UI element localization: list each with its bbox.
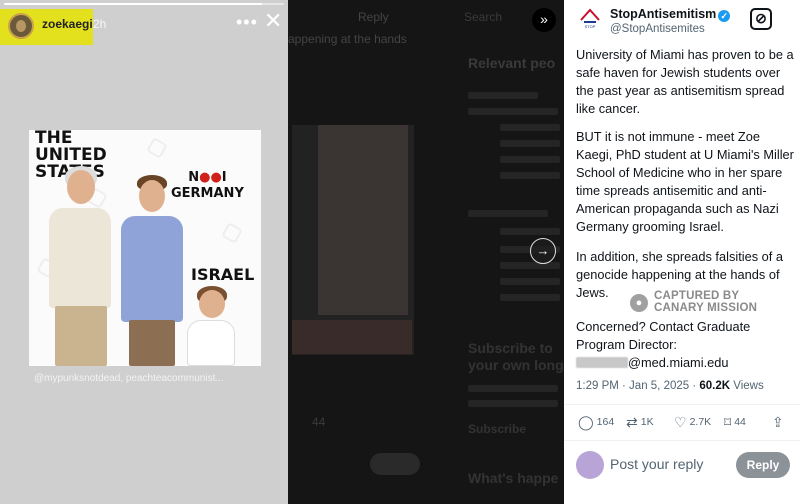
bookmark-icon: ⌑: [724, 414, 732, 430]
background-ghost-text: appening at the hands: [288, 32, 407, 46]
bookmark-action[interactable]: ⌑ 44: [724, 414, 746, 431]
background-reply-label: Reply: [358, 10, 389, 24]
dimmed-background-page: Reply appening at the hands Search Relev…: [288, 0, 564, 504]
canary-mission-watermark: ● CAPTURED BY CANARY MISSION: [630, 290, 770, 316]
redacted-email-blur: [576, 357, 628, 368]
author-handle[interactable]: @StopAntisemites: [610, 23, 705, 35]
verified-badge-icon: ✓: [718, 10, 731, 22]
repost-icon: ⇄: [626, 414, 638, 430]
tweet-paragraph-1: University of Miami has proven to be a s…: [576, 47, 794, 116]
background-subscribe-heading: Subscribe to your own long: [468, 340, 564, 373]
tweet-paragraph-2: BUT it is not immune - meet Zoe Kaegi, P…: [576, 129, 794, 234]
arrow-right-icon[interactable]: →: [530, 238, 556, 264]
background-reply-button: [370, 453, 420, 475]
background-subscribe-button: Subscribe: [468, 422, 527, 436]
instagram-story-panel: zoekaegi 2h ••• ✕ THE UNITED STATES N●●I…: [0, 0, 288, 504]
story-image: THE UNITED STATES N●●I GERMANY ISRAEL: [29, 130, 261, 366]
email-domain: @med.miami.edu: [628, 355, 729, 370]
comment-icon: ◯: [578, 414, 594, 430]
story-timestamp: 2h: [93, 17, 107, 31]
reply-action[interactable]: ◯ 164: [578, 414, 614, 431]
close-icon[interactable]: ✕: [264, 10, 282, 32]
svg-text:STOP: STOP: [585, 24, 596, 29]
image-caption-nazi-germany: N●●I GERMANY: [171, 170, 244, 201]
screenshot-root: zoekaegi 2h ••• ✕ THE UNITED STATES N●●I…: [0, 0, 800, 504]
divider: [564, 440, 800, 441]
bird-icon: ●: [630, 294, 648, 312]
story-avatar[interactable]: [8, 13, 34, 39]
reply-input[interactable]: Post your reply: [610, 456, 703, 472]
share-icon: ⇪: [772, 414, 784, 430]
background-image-thumbnail: [292, 125, 414, 355]
reply-button[interactable]: Reply: [736, 452, 790, 478]
share-action[interactable]: ⇪: [772, 414, 787, 431]
double-chevron-right-icon[interactable]: »: [532, 8, 556, 32]
background-search-label: Search: [464, 10, 503, 24]
tweet-panel: STOP StopAntisemitism ✓ @StopAntisemites …: [564, 0, 800, 504]
more-horizontal-icon[interactable]: •••: [236, 12, 258, 33]
repost-action[interactable]: ⇄ 1K: [626, 414, 654, 431]
story-username[interactable]: zoekaegi: [42, 17, 93, 31]
views-count: 60.2K: [699, 380, 731, 392]
background-relevant-heading: Relevant peo: [468, 55, 556, 71]
divider: [564, 404, 800, 405]
heart-icon: ♡: [674, 414, 687, 430]
tweet-paragraph-4: Concerned? Contact Graduate Program Dire…: [576, 319, 751, 370]
user-avatar: [576, 451, 604, 479]
story-progress-bar: [4, 3, 284, 5]
image-caption-israel: ISRAEL: [191, 265, 255, 284]
like-action[interactable]: ♡ 2.7K: [674, 414, 711, 431]
author-avatar[interactable]: STOP: [578, 6, 602, 30]
background-happening-heading: What's happe: [468, 470, 559, 486]
grok-icon[interactable]: ⊘: [750, 8, 772, 30]
tweet-metadata: 1:29 PM · Jan 5, 2025 · 60.2K Views: [576, 380, 764, 392]
author-name[interactable]: StopAntisemitism ✓: [610, 7, 731, 22]
background-stat: 44: [312, 415, 326, 429]
story-image-credit: @mypunksnotdead, peachteacommunist...: [34, 373, 224, 384]
